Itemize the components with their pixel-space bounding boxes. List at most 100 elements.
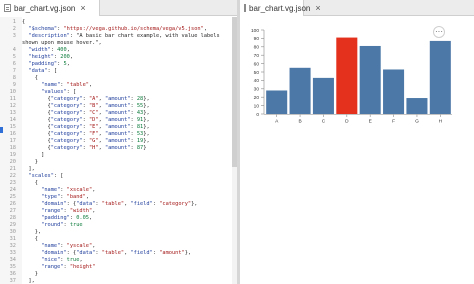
code-line: 24 "name": "xscale", <box>0 187 230 194</box>
line-text: "data": [ <box>28 68 58 74</box>
code-line: 26 "domain": {"data": "table", "field": … <box>0 201 230 208</box>
line-number: 29 <box>9 222 16 228</box>
line-number: 14 <box>9 117 16 123</box>
line-text: "range": "width", <box>41 208 96 214</box>
gutter-change-marker <box>0 127 3 133</box>
y-tick-label: 10 <box>254 103 260 109</box>
code-line: 10 "values": [ <box>0 89 230 96</box>
line-text: {"category": "A", "amount": 28}, <box>22 96 150 102</box>
bar-chart: 0 10 20 30 40 50 60 70 80 90 100 A B C D E F G H <box>251 28 452 125</box>
y-tick-label: 60 <box>254 61 260 67</box>
line-text: "domain": {"data": "table", "field": "am… <box>41 250 192 256</box>
more-options-icon: ··· <box>435 27 443 36</box>
line-text: "domain": {"data": "table", "field": "ca… <box>41 201 198 207</box>
code-line: 2 "$schema": "https://vega.github.io/sch… <box>0 26 230 33</box>
close-icon[interactable]: × <box>80 3 85 13</box>
code-line: 12 {"category": "B", "amount": 55}, <box>0 103 230 110</box>
code-line: 33 "domain": {"data": "table", "field": … <box>0 250 230 257</box>
code-line: 28 "padding": 0.05, <box>0 215 230 222</box>
line-text: "description": "A basic bar chart exampl… <box>28 33 220 39</box>
code-line: 19 ] <box>0 152 230 159</box>
line-number: 27 <box>9 208 16 214</box>
x-tick-label: A <box>275 119 279 125</box>
bar <box>429 40 451 114</box>
line-text: "$schema": "https://vega.github.io/schem… <box>28 26 208 32</box>
code-line: 25 "type": "band", <box>0 194 230 201</box>
line-number: 28 <box>9 215 16 221</box>
bar <box>383 69 405 114</box>
line-text: {"category": "E", "amount": 81}, <box>22 124 150 130</box>
code-line: 13 {"category": "C", "amount": 43}, <box>0 110 230 117</box>
line-number: 33 <box>9 250 16 256</box>
code-line: 29 "round": true <box>0 222 230 229</box>
line-text: } <box>22 159 38 165</box>
editor-tab[interactable]: bar_chart.vg.json × <box>0 0 100 16</box>
bar <box>266 90 288 114</box>
line-number: 18 <box>9 145 16 151</box>
line-number: 31 <box>9 236 16 242</box>
y-tick-label: 90 <box>254 36 260 42</box>
line-text: "name": "xscale", <box>41 187 96 193</box>
code-line: 16 {"category": "F", "amount": 53}, <box>0 131 230 138</box>
code-line: 35 "range": "height" <box>0 264 230 271</box>
line-text: {"category": "B", "amount": 55}, <box>22 103 150 109</box>
code-line: 15 {"category": "E", "amount": 81}, <box>0 124 230 131</box>
editor-tab-bar: bar_chart.vg.json × <box>0 0 237 16</box>
line-number: 19 <box>9 152 16 158</box>
line-text: "name": "table", <box>41 82 93 88</box>
code-line: 27 "range": "width", <box>0 208 230 215</box>
code-line: 5 "height": 200, <box>0 54 230 61</box>
code-line: 20 } <box>0 159 230 166</box>
line-text: "nice": true, <box>41 257 83 263</box>
code-editor[interactable]: 1{2 "$schema": "https://vega.github.io/s… <box>0 17 237 284</box>
line-text: "range": "height" <box>41 264 96 270</box>
line-number: 7 <box>12 68 16 74</box>
y-tick-label: 20 <box>254 95 260 101</box>
code-line: 37 ], <box>0 278 230 284</box>
line-number: 32 <box>9 243 16 249</box>
bar <box>359 45 381 114</box>
line-text: {"category": "C", "amount": 43}, <box>22 110 150 116</box>
line-number: 1 <box>12 19 16 25</box>
line-number: 2 <box>12 26 16 32</box>
line-number: 22 <box>9 173 16 179</box>
code-line: 22 "scales": [ <box>0 173 230 180</box>
line-text: "name": "yscale", <box>41 243 96 249</box>
line-text: "values": [ <box>41 89 77 95</box>
code-line: 1{ <box>0 19 230 26</box>
x-tick-label: G <box>415 119 419 125</box>
line-number: 16 <box>9 131 16 137</box>
bar <box>312 77 334 114</box>
code-line: 17 {"category": "G", "amount": 19}, <box>0 138 230 145</box>
file-icon <box>4 4 11 12</box>
y-tick-label: 70 <box>254 53 260 59</box>
line-text: "padding": 0.05, <box>41 215 93 221</box>
preview-pane: bar_chart.vg.json × 0 10 20 30 40 50 60 70 80 90 1… <box>240 0 474 284</box>
line-text: { <box>22 180 38 186</box>
line-text: }, <box>22 229 42 235</box>
line-text: "height": 200, <box>28 54 74 60</box>
x-tick-label: E <box>369 119 372 125</box>
code-line: 36 } <box>0 271 230 278</box>
line-number: 6 <box>12 61 16 67</box>
y-tick-label: 50 <box>254 70 260 76</box>
line-number: 11 <box>9 96 16 102</box>
y-tick-label: 0 <box>256 112 259 118</box>
line-text: shown upon mouse hover.", <box>22 40 102 46</box>
line-number: 30 <box>9 229 16 235</box>
line-number: 25 <box>9 194 16 200</box>
code-line: 21 ], <box>0 166 230 173</box>
bar <box>406 98 428 114</box>
line-text: {"category": "G", "amount": 19}, <box>22 138 150 144</box>
x-tick-label: H <box>439 119 443 125</box>
line-number: 20 <box>9 159 16 165</box>
more-options-button[interactable]: ··· <box>433 26 445 38</box>
line-text: "round": true <box>41 222 83 228</box>
line-text: ] <box>22 152 45 158</box>
bar <box>289 67 311 114</box>
code-line: 18 {"category": "H", "amount": 87} <box>0 145 230 152</box>
line-number: 35 <box>9 264 16 270</box>
y-tick-label: 80 <box>254 45 260 51</box>
line-number: 12 <box>9 103 16 109</box>
y-tick-label: 100 <box>251 28 259 34</box>
